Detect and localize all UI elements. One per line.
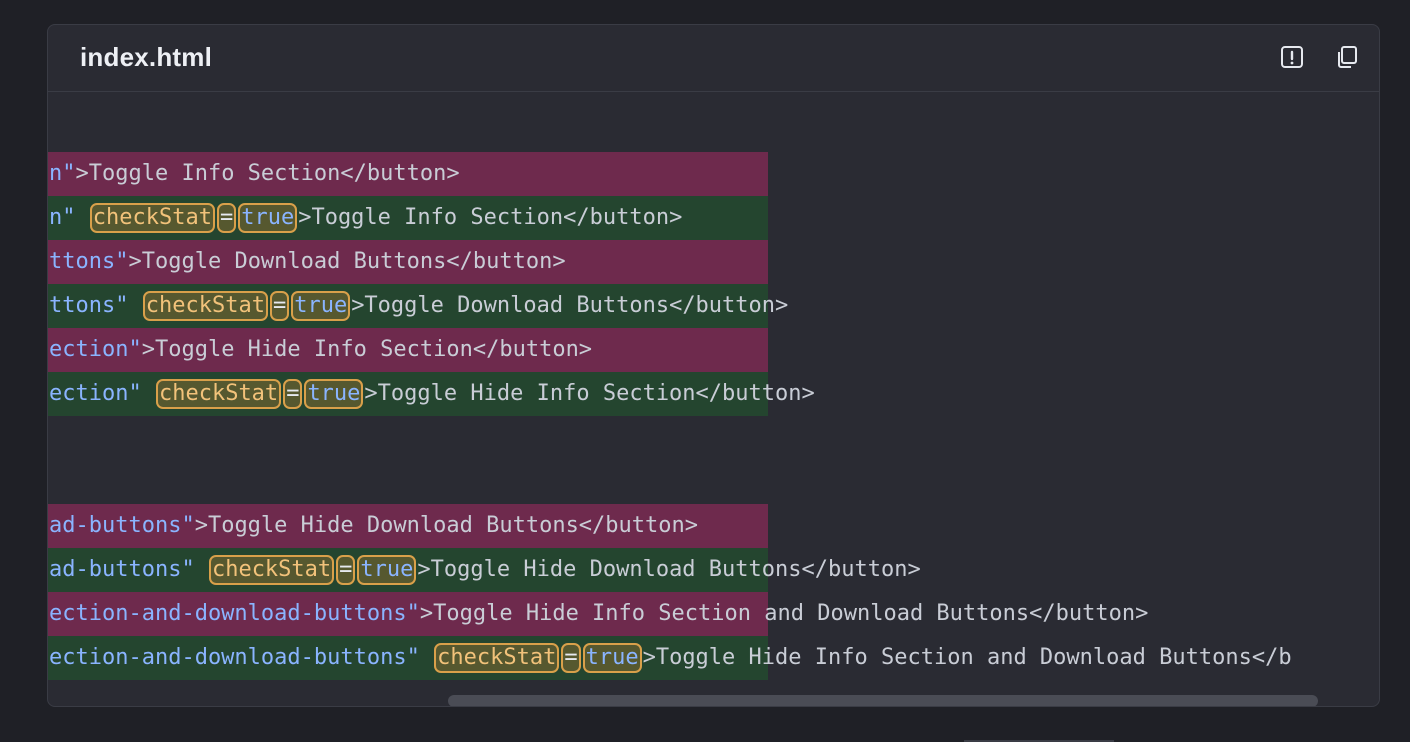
diff-code-view: n">Toggle Info Section</button> n" checkS… <box>48 152 1379 680</box>
report-issue-icon[interactable] <box>1278 43 1306 71</box>
tag-text: >Toggle Hide Info Section and Download B… <box>419 601 1149 626</box>
added-line: ad-buttons" checkStat = true >Toggle Hide D… <box>48 548 1379 592</box>
code-diff-panel: index.html n">Toggle Info Section</butto… <box>47 24 1380 707</box>
copy-icon[interactable] <box>1333 43 1361 71</box>
added-attribute-name: checkStat <box>89 203 215 233</box>
added-attribute-name: checkStat <box>155 379 282 409</box>
line-text: ttons" checkStat = true >Toggle Download Bu… <box>49 291 789 321</box>
line-text: ad-buttons" checkStat = true >Toggle Hide D… <box>49 555 921 585</box>
tag-text: >Toggle Hide Info Section</button> <box>141 337 593 362</box>
line-text: ection" checkStat = true >Toggle Hide Info … <box>49 379 815 409</box>
tag-text: >Toggle Hide Info Section and Download B… <box>642 645 1292 670</box>
tag-text: >Toggle Hide Download Buttons</button> <box>417 557 921 582</box>
file-name: index.html <box>80 42 213 72</box>
added-attribute-value: true <box>304 379 364 409</box>
panel-header: index.html <box>48 25 1379 92</box>
tag-text: >Toggle Download Buttons</button> <box>351 293 789 318</box>
line-text: ection-and-download-buttons">Toggle Hide… <box>49 601 1148 626</box>
attribute-value: ttons" <box>49 293 129 318</box>
clipped-heading-fragment <box>600 0 840 6</box>
attribute-value: n" <box>49 161 76 186</box>
attribute-value: ection" <box>49 337 142 362</box>
added-attribute-name: checkStat <box>142 291 268 321</box>
line-text: n" checkStat = true >Toggle Info Section</b… <box>49 203 683 233</box>
attribute-value: ad-buttons" <box>49 513 195 538</box>
tag-text: >Toggle Info Section</button> <box>75 161 460 186</box>
attribute-value: ection-and-download-buttons" <box>49 645 420 670</box>
line-text: ection-and-download-buttons" checkStat = t… <box>49 643 1292 673</box>
added-line: n" checkStat = true >Toggle Info Section</b… <box>48 196 1379 240</box>
line-text: ttons">Toggle Download Buttons</button> <box>49 249 566 274</box>
added-line: ection-and-download-buttons" checkStat = t… <box>48 636 1379 680</box>
tag-text: >Toggle Info Section</button> <box>298 205 683 230</box>
added-attribute-name: checkStat <box>434 643 560 673</box>
added-equals: = <box>283 379 303 409</box>
line-text: ad-buttons">Toggle Hide Download Buttons… <box>49 513 698 538</box>
diff-gap <box>48 416 1379 504</box>
attribute-value: ection" <box>49 381 142 406</box>
attribute-value: ection-and-download-buttons" <box>49 601 420 626</box>
deleted-line: ection">Toggle Hide Info Section</button… <box>48 328 1379 372</box>
tag-text: >Toggle Download Buttons</button> <box>128 249 566 274</box>
added-equals: = <box>561 643 581 673</box>
added-attribute-name: checkStat <box>208 555 335 585</box>
deleted-line: n">Toggle Info Section</button> <box>48 152 1379 196</box>
deleted-line: ad-buttons">Toggle Hide Download Buttons… <box>48 504 1379 548</box>
deleted-line: ection-and-download-buttons">Toggle Hide… <box>48 592 1379 636</box>
added-equals: = <box>216 203 237 233</box>
added-equals: = <box>336 555 356 585</box>
line-text: n">Toggle Info Section</button> <box>49 161 460 186</box>
added-equals: = <box>269 291 290 321</box>
attribute-value: n" <box>49 205 76 230</box>
added-line: ection" checkStat = true >Toggle Hide Info … <box>48 372 1379 416</box>
deleted-line: ttons">Toggle Download Buttons</button> <box>48 240 1379 284</box>
horizontal-scrollbar[interactable] <box>448 695 1318 706</box>
added-attribute-value: true <box>238 203 298 233</box>
added-attribute-value: true <box>582 643 642 673</box>
attribute-value: ad-buttons" <box>49 557 195 582</box>
added-attribute-value: true <box>291 291 351 321</box>
tag-text: >Toggle Hide Download Buttons</button> <box>194 513 699 538</box>
line-text: ection">Toggle Hide Info Section</button… <box>49 337 592 362</box>
attribute-value: ttons" <box>49 249 129 274</box>
added-line: ttons" checkStat = true >Toggle Download Bu… <box>48 284 1379 328</box>
added-attribute-value: true <box>357 555 417 585</box>
tag-text: >Toggle Hide Info Section</button> <box>364 381 815 406</box>
